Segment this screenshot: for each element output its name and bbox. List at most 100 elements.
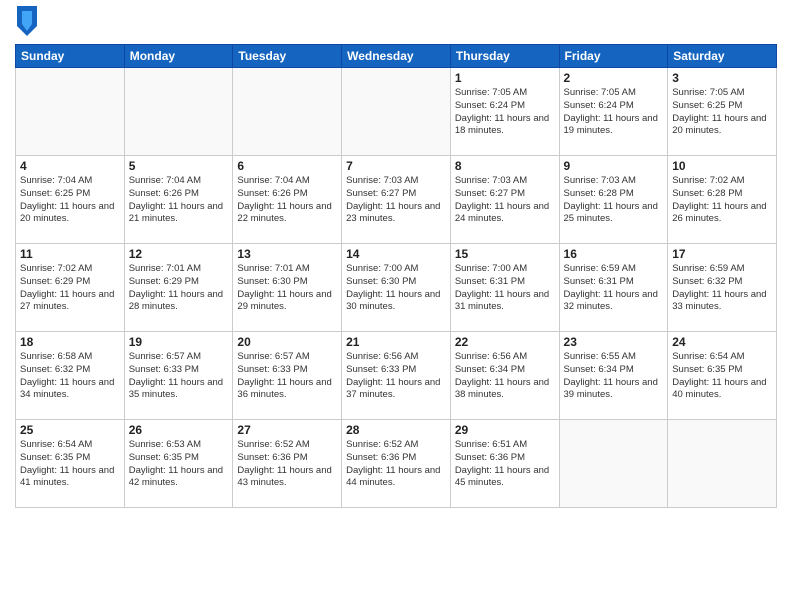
day-info: Sunrise: 7:05 AMSunset: 6:24 PMDaylight:…	[455, 87, 555, 138]
day-cell-7: 7 Sunrise: 7:03 AMSunset: 6:27 PMDaylight…	[342, 156, 451, 244]
day-cell-20: 20Sunrise: 6:57 AMSunset: 6:33 PMDayligh…	[233, 332, 342, 420]
weekday-header-row: SundayMondayTuesdayWednesdayThursdayFrid…	[16, 45, 777, 68]
day-info: Sunrise: 6:54 AMSunset: 6:35 PMDaylight:…	[672, 351, 772, 402]
day-number: 22	[455, 335, 555, 349]
day-info: Sunrise: 7:04 AMSunset: 6:25 PMDaylight:…	[20, 175, 120, 226]
day-cell-14: 14 Sunrise: 7:00 AMSunset: 6:30 PMDayligh…	[342, 244, 451, 332]
day-cell-8: 8 Sunrise: 7:03 AMSunset: 6:27 PMDaylight…	[450, 156, 559, 244]
empty-cell	[668, 420, 777, 508]
page: SundayMondayTuesdayWednesdayThursdayFrid…	[0, 0, 792, 612]
weekday-header-friday: Friday	[559, 45, 668, 68]
weekday-header-sunday: Sunday	[16, 45, 125, 68]
week-row-1: 1 Sunrise: 7:05 AMSunset: 6:24 PMDaylight…	[16, 68, 777, 156]
empty-cell	[233, 68, 342, 156]
day-cell-2: 2 Sunrise: 7:05 AMSunset: 6:24 PMDaylight…	[559, 68, 668, 156]
day-number: 11	[20, 247, 120, 261]
weekday-header-monday: Monday	[124, 45, 233, 68]
day-number: 15	[455, 247, 555, 261]
day-number: 24	[672, 335, 772, 349]
day-info: Sunrise: 7:00 AMSunset: 6:30 PMDaylight:…	[346, 263, 446, 314]
day-number: 18	[20, 335, 120, 349]
empty-cell	[559, 420, 668, 508]
day-number: 14	[346, 247, 446, 261]
day-cell-23: 23Sunrise: 6:55 AMSunset: 6:34 PMDayligh…	[559, 332, 668, 420]
day-number: 4	[20, 159, 120, 173]
day-info: Sunrise: 7:03 AMSunset: 6:27 PMDaylight:…	[346, 175, 446, 226]
week-row-3: 11 Sunrise: 7:02 AMSunset: 6:29 PMDayligh…	[16, 244, 777, 332]
day-info: Sunrise: 7:02 AMSunset: 6:29 PMDaylight:…	[20, 263, 120, 314]
day-cell-26: 26Sunrise: 6:53 AMSunset: 6:35 PMDayligh…	[124, 420, 233, 508]
day-cell-27: 27Sunrise: 6:52 AMSunset: 6:36 PMDayligh…	[233, 420, 342, 508]
day-info: Sunrise: 7:04 AMSunset: 6:26 PMDaylight:…	[129, 175, 229, 226]
day-info: Sunrise: 7:00 AMSunset: 6:31 PMDaylight:…	[455, 263, 555, 314]
day-number: 2	[564, 71, 664, 85]
day-cell-19: 19 Sunrise: 6:57 AMSunset: 6:33 PMDayligh…	[124, 332, 233, 420]
day-info: Sunrise: 6:59 AMSunset: 6:32 PMDaylight:…	[672, 263, 772, 314]
day-cell-11: 11 Sunrise: 7:02 AMSunset: 6:29 PMDayligh…	[16, 244, 125, 332]
day-number: 3	[672, 71, 772, 85]
day-cell-28: 28Sunrise: 6:52 AMSunset: 6:36 PMDayligh…	[342, 420, 451, 508]
day-cell-3: 3 Sunrise: 7:05 AMSunset: 6:25 PMDaylight…	[668, 68, 777, 156]
day-info: Sunrise: 7:01 AMSunset: 6:30 PMDaylight:…	[237, 263, 337, 314]
day-cell-29: 29Sunrise: 6:51 AMSunset: 6:36 PMDayligh…	[450, 420, 559, 508]
weekday-header-tuesday: Tuesday	[233, 45, 342, 68]
logo-icon	[17, 6, 37, 36]
weekday-header-saturday: Saturday	[668, 45, 777, 68]
day-info: Sunrise: 6:56 AMSunset: 6:33 PMDaylight:…	[346, 351, 446, 402]
weekday-header-thursday: Thursday	[450, 45, 559, 68]
day-info: Sunrise: 6:51 AMSunset: 6:36 PMDaylight:…	[455, 439, 555, 490]
day-info: Sunrise: 7:03 AMSunset: 6:28 PMDaylight:…	[564, 175, 664, 226]
day-info: Sunrise: 6:59 AMSunset: 6:31 PMDaylight:…	[564, 263, 664, 314]
day-cell-22: 22 Sunrise: 6:56 AMSunset: 6:34 PMDayligh…	[450, 332, 559, 420]
day-number: 9	[564, 159, 664, 173]
day-cell-15: 15 Sunrise: 7:00 AMSunset: 6:31 PMDayligh…	[450, 244, 559, 332]
day-number: 6	[237, 159, 337, 173]
day-number: 1	[455, 71, 555, 85]
day-number: 19	[129, 335, 229, 349]
day-info: Sunrise: 7:03 AMSunset: 6:27 PMDaylight:…	[455, 175, 555, 226]
day-cell-17: 17 Sunrise: 6:59 AMSunset: 6:32 PMDayligh…	[668, 244, 777, 332]
day-cell-4: 4 Sunrise: 7:04 AMSunset: 6:25 PMDaylight…	[16, 156, 125, 244]
calendar-table: SundayMondayTuesdayWednesdayThursdayFrid…	[15, 44, 777, 508]
day-cell-24: 24 Sunrise: 6:54 AMSunset: 6:35 PMDayligh…	[668, 332, 777, 420]
day-info: Sunrise: 6:56 AMSunset: 6:34 PMDaylight:…	[455, 351, 555, 402]
week-row-5: 25 Sunrise: 6:54 AMSunset: 6:35 PMDayligh…	[16, 420, 777, 508]
day-cell-12: 12Sunrise: 7:01 AMSunset: 6:29 PMDayligh…	[124, 244, 233, 332]
day-info: Sunrise: 6:58 AMSunset: 6:32 PMDaylight:…	[20, 351, 120, 402]
day-number: 25	[20, 423, 120, 437]
day-number: 5	[129, 159, 229, 173]
day-number: 13	[237, 247, 337, 261]
logo	[15, 10, 37, 36]
day-info: Sunrise: 7:05 AMSunset: 6:24 PMDaylight:…	[564, 87, 664, 138]
day-cell-25: 25 Sunrise: 6:54 AMSunset: 6:35 PMDayligh…	[16, 420, 125, 508]
day-number: 17	[672, 247, 772, 261]
day-info: Sunrise: 7:04 AMSunset: 6:26 PMDaylight:…	[237, 175, 337, 226]
day-cell-13: 13 Sunrise: 7:01 AMSunset: 6:30 PMDayligh…	[233, 244, 342, 332]
day-info: Sunrise: 6:57 AMSunset: 6:33 PMDaylight:…	[129, 351, 229, 402]
day-cell-1: 1 Sunrise: 7:05 AMSunset: 6:24 PMDaylight…	[450, 68, 559, 156]
day-info: Sunrise: 6:57 AMSunset: 6:33 PMDaylight:…	[237, 351, 337, 402]
day-number: 21	[346, 335, 446, 349]
day-number: 7	[346, 159, 446, 173]
day-info: Sunrise: 7:05 AMSunset: 6:25 PMDaylight:…	[672, 87, 772, 138]
empty-cell	[16, 68, 125, 156]
empty-cell	[342, 68, 451, 156]
day-info: Sunrise: 6:52 AMSunset: 6:36 PMDaylight:…	[237, 439, 337, 490]
day-number: 16	[564, 247, 664, 261]
day-info: Sunrise: 6:55 AMSunset: 6:34 PMDaylight:…	[564, 351, 664, 402]
day-info: Sunrise: 6:52 AMSunset: 6:36 PMDaylight:…	[346, 439, 446, 490]
day-cell-5: 5 Sunrise: 7:04 AMSunset: 6:26 PMDaylight…	[124, 156, 233, 244]
empty-cell	[124, 68, 233, 156]
day-cell-10: 10Sunrise: 7:02 AMSunset: 6:28 PMDayligh…	[668, 156, 777, 244]
day-number: 26	[129, 423, 229, 437]
day-number: 8	[455, 159, 555, 173]
day-cell-18: 18 Sunrise: 6:58 AMSunset: 6:32 PMDayligh…	[16, 332, 125, 420]
day-cell-6: 6 Sunrise: 7:04 AMSunset: 6:26 PMDaylight…	[233, 156, 342, 244]
day-info: Sunrise: 6:54 AMSunset: 6:35 PMDaylight:…	[20, 439, 120, 490]
week-row-4: 18 Sunrise: 6:58 AMSunset: 6:32 PMDayligh…	[16, 332, 777, 420]
header	[15, 10, 777, 36]
day-cell-9: 9 Sunrise: 7:03 AMSunset: 6:28 PMDaylight…	[559, 156, 668, 244]
day-number: 10	[672, 159, 772, 173]
week-row-2: 4 Sunrise: 7:04 AMSunset: 6:25 PMDaylight…	[16, 156, 777, 244]
weekday-header-wednesday: Wednesday	[342, 45, 451, 68]
